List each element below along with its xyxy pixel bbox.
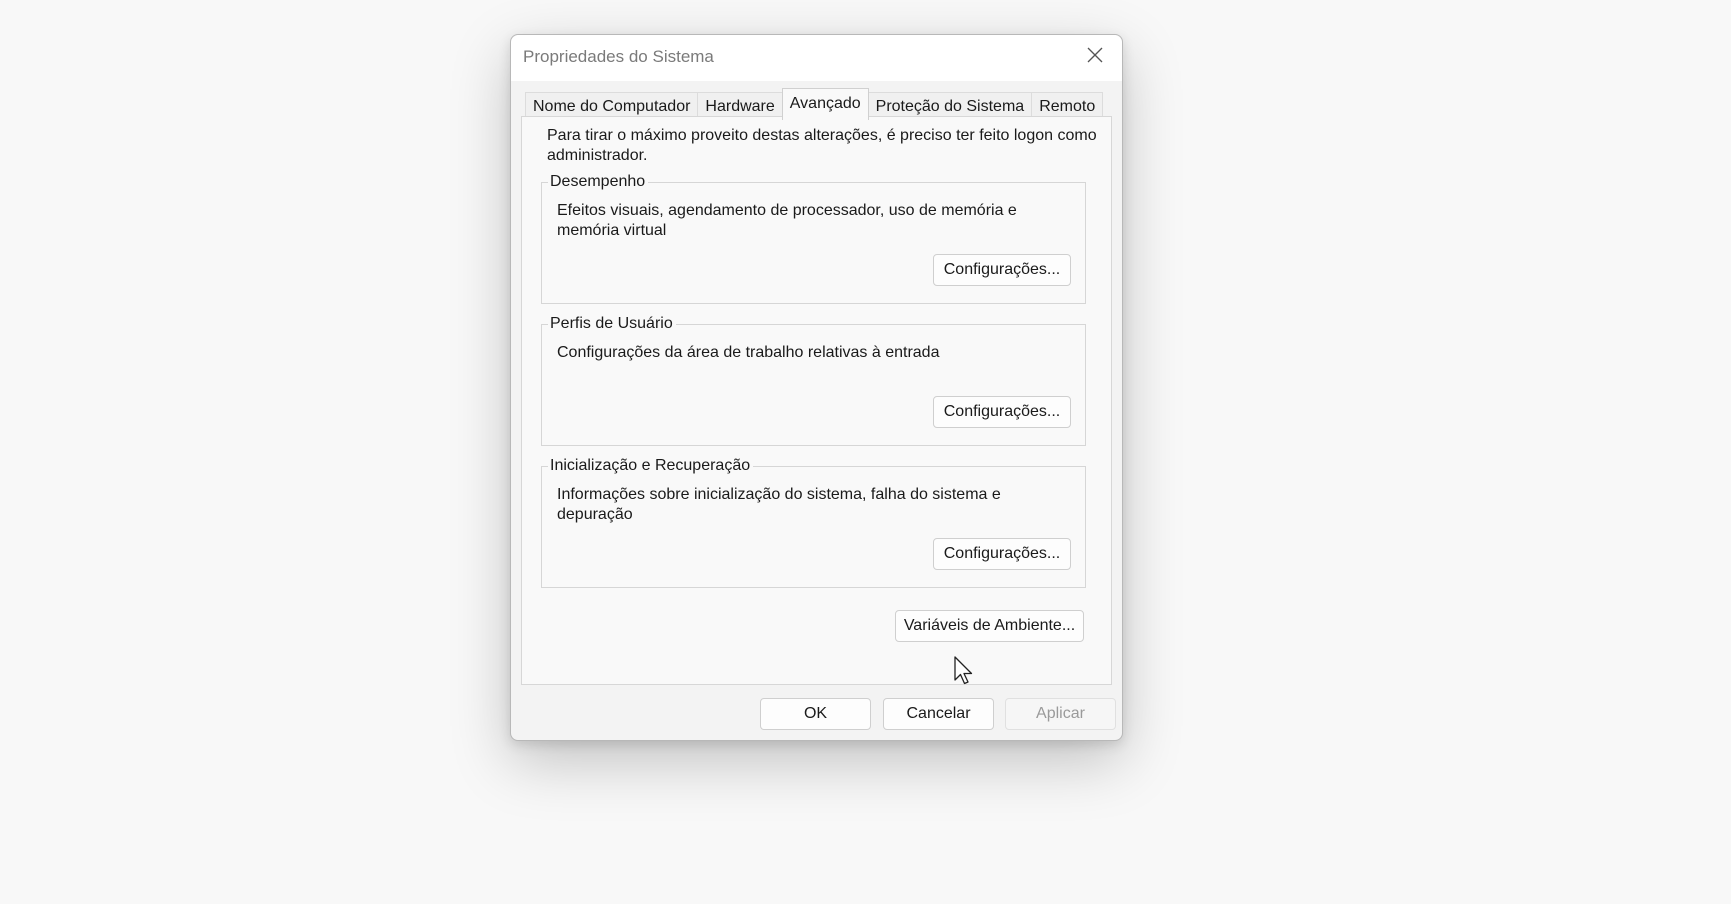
performance-description: Efeitos visuais, agendamento de processa… [557, 202, 1017, 239]
window-title: Propriedades do Sistema [523, 47, 714, 66]
cancel-button[interactable]: Cancelar [883, 698, 994, 730]
close-button[interactable] [1068, 35, 1122, 75]
mouse-pointer-icon [954, 656, 973, 685]
user-profiles-group-title: Perfis de Usuário [548, 314, 676, 334]
performance-group: Desempenho Efeitos visuais, agendamento … [541, 172, 1086, 304]
startup-recovery-settings-button[interactable]: Configurações... [933, 538, 1071, 570]
performance-settings-button[interactable]: Configurações... [933, 254, 1071, 286]
close-icon [1087, 47, 1103, 63]
startup-recovery-group-title: Inicialização e Recuperação [548, 456, 754, 476]
user-profiles-description: Configurações da área de trabalho relati… [557, 344, 940, 361]
tab-advanced[interactable]: Avançado [781, 88, 869, 120]
admin-notice: Para tirar o máximo proveito destas alte… [547, 127, 1097, 164]
apply-button[interactable]: Aplicar [1005, 698, 1116, 730]
environment-variables-button[interactable]: Variáveis de Ambiente... [895, 610, 1084, 642]
title-bar: Propriedades do Sistema [511, 35, 1122, 81]
ok-button[interactable]: OK [760, 698, 871, 730]
performance-group-title: Desempenho [548, 172, 649, 192]
startup-recovery-group: Inicialização e Recuperação Informações … [541, 456, 1086, 588]
user-profiles-group: Perfis de Usuário Configurações da área … [541, 314, 1086, 446]
user-profiles-settings-button[interactable]: Configurações... [933, 396, 1071, 428]
system-properties-dialog: Propriedades do Sistema Nome do Computad… [510, 34, 1123, 741]
startup-recovery-description: Informações sobre inicialização do siste… [557, 486, 1001, 523]
